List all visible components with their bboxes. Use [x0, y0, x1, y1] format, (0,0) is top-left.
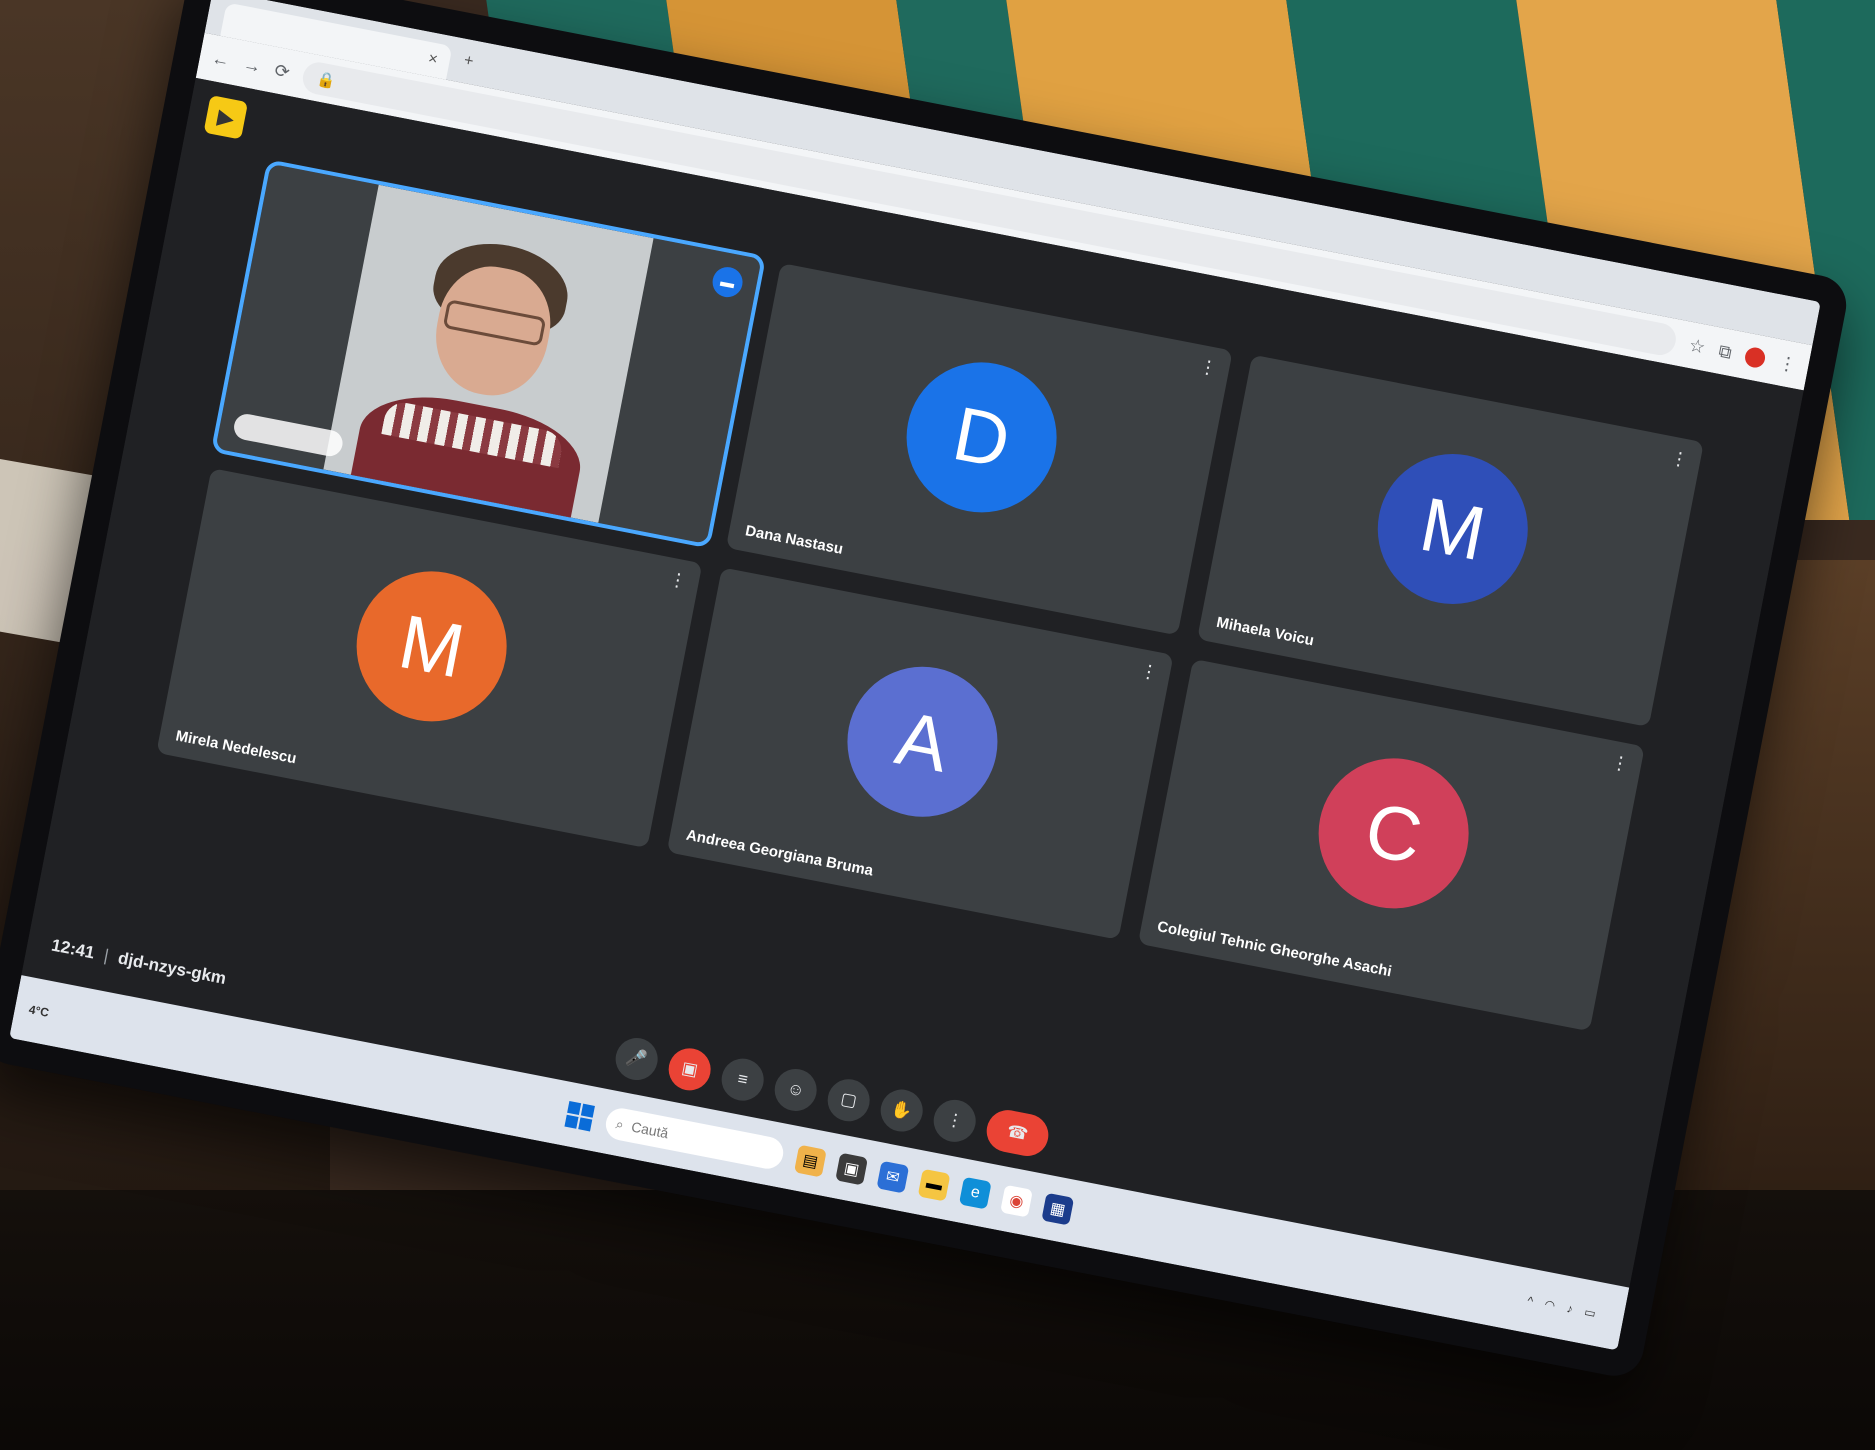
search-icon: ⌕ — [614, 1114, 626, 1133]
leave-call-icon[interactable]: ☎ — [983, 1106, 1052, 1160]
meeting-code: djd-nzys-gkm — [116, 948, 228, 989]
participant-tile[interactable]: C Colegiul Tehnic Gheorghe Asachi ⋮ — [1137, 658, 1645, 1032]
captions-icon[interactable]: ≡ — [718, 1055, 768, 1105]
browser-menu-icon[interactable]: ⋮ — [1777, 352, 1798, 376]
new-tab-icon[interactable]: + — [462, 52, 474, 71]
tray-expand-icon[interactable]: ^ — [1526, 1294, 1534, 1309]
chrome-browser-icon[interactable]: ◉ — [1000, 1184, 1033, 1218]
edge-browser-icon[interactable]: e — [958, 1176, 992, 1210]
windows-start-icon[interactable] — [564, 1100, 595, 1132]
participant-avatar: M — [1364, 441, 1541, 618]
meeting-info-separator: | — [102, 945, 111, 966]
meet-logo-icon: ▶ — [203, 95, 249, 140]
meeting-time: 12:41 — [49, 935, 97, 963]
self-name-pill — [231, 411, 345, 459]
participant-name: Mirela Nedelescu — [174, 727, 298, 768]
microphone-icon[interactable]: 🎤 — [612, 1034, 662, 1084]
close-tab-icon[interactable]: × — [427, 50, 439, 69]
tile-menu-icon[interactable]: ⋮ — [1609, 752, 1630, 775]
participant-tile[interactable]: M Mihaela Voicu ⋮ — [1197, 354, 1704, 728]
back-icon[interactable]: ← — [210, 47, 231, 71]
emoji-icon[interactable]: ☺ — [771, 1065, 821, 1115]
file-explorer-icon[interactable]: ▬ — [917, 1168, 951, 1202]
camera-off-icon[interactable]: ▣ — [665, 1044, 715, 1094]
tile-menu-icon[interactable]: ⋮ — [1197, 356, 1218, 379]
weather-temp: 4°C — [27, 1002, 51, 1020]
weather-widget[interactable]: 4°C — [28, 1002, 50, 1020]
chat-app-icon[interactable]: ✉ — [876, 1160, 910, 1194]
store-app-icon[interactable]: ▦ — [1041, 1192, 1075, 1226]
search-placeholder: Caută — [630, 1118, 670, 1142]
raise-hand-icon[interactable]: ✋ — [877, 1085, 927, 1136]
widgets-app-icon[interactable]: ▤ — [793, 1144, 827, 1178]
more-options-icon[interactable]: ⋮ — [930, 1096, 980, 1146]
battery-icon[interactable]: ▭ — [1583, 1305, 1597, 1321]
participant-avatar: C — [1305, 745, 1482, 922]
participant-avatar: D — [893, 349, 1070, 526]
system-tray: ^ ◠ ♪ ▭ — [1526, 1294, 1609, 1323]
tile-menu-icon[interactable]: ⋮ — [1138, 660, 1159, 683]
task-view-icon[interactable]: ▣ — [835, 1152, 869, 1186]
reload-icon[interactable]: ⟳ — [273, 60, 292, 83]
participant-tile[interactable]: A Andreea Georgiana Bruma ⋮ — [666, 567, 1174, 940]
meeting-info: 12:41 | djd-nzys-gkm — [50, 935, 228, 988]
volume-icon[interactable]: ♪ — [1566, 1301, 1575, 1316]
tile-menu-icon[interactable]: ⋮ — [1669, 447, 1690, 470]
participant-name: Colegiul Tehnic Gheorghe Asachi — [1155, 918, 1394, 981]
participant-name: Mihaela Voicu — [1215, 613, 1316, 650]
bookmark-star-icon[interactable]: ☆ — [1687, 334, 1707, 358]
participant-name: Andreea Georgiana Bruma — [684, 826, 875, 880]
participant-avatar: A — [834, 654, 1011, 831]
tile-menu-icon[interactable]: ⋮ — [667, 569, 688, 592]
wifi-icon[interactable]: ◠ — [1543, 1297, 1556, 1313]
forward-icon[interactable]: → — [241, 53, 263, 77]
extensions-icon[interactable]: ⧉ — [1717, 340, 1733, 363]
lock-icon: 🔒 — [315, 70, 337, 91]
participant-tile[interactable]: D Dana Nastasu ⋮ — [725, 262, 1233, 636]
browser-actions: ☆ ⧉ ⋮ — [1687, 334, 1798, 375]
webcam-video — [323, 184, 654, 541]
present-screen-icon[interactable]: ▢ — [824, 1075, 874, 1125]
participant-name: Dana Nastasu — [743, 522, 845, 558]
participant-avatar: M — [343, 558, 520, 735]
speaking-indicator-icon: ▬ — [709, 264, 746, 300]
profile-avatar[interactable] — [1743, 345, 1767, 369]
